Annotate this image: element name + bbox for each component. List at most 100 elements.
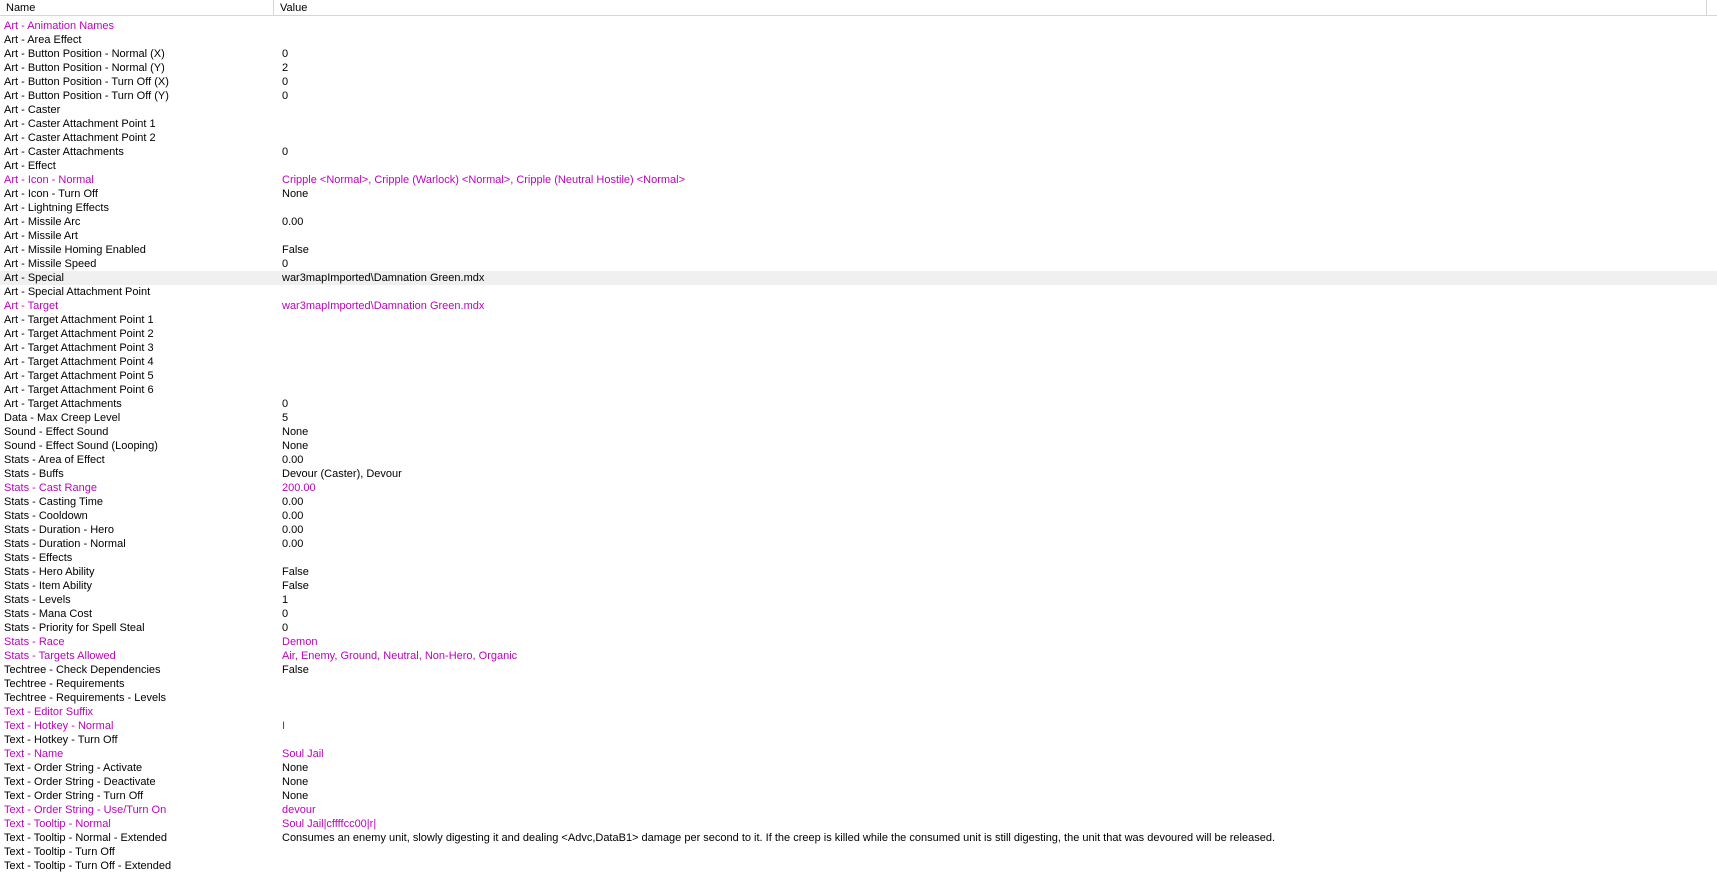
- table-row[interactable]: Art - Icon - Normal Cripple <Normal>, Cri…: [0, 173, 1717, 187]
- field-list: Art - Animation Names Art - Area Effect Ar…: [0, 19, 1717, 873]
- table-row[interactable]: Art - Special war3mapImported\Damnation G…: [0, 271, 1717, 285]
- table-row[interactable]: Stats - Item Ability False: [0, 579, 1717, 593]
- table-row[interactable]: Stats - Targets Allowed Air, Enemy, Groun…: [0, 649, 1717, 663]
- table-row[interactable]: Art - Missile Arc 0.00: [0, 215, 1717, 229]
- table-row[interactable]: Text - Order String - Activate None: [0, 761, 1717, 775]
- table-row[interactable]: Art - Area Effect: [0, 33, 1717, 47]
- table-row[interactable]: Art - Target Attachment Point 2: [0, 327, 1717, 341]
- table-row[interactable]: Text - Tooltip - Turn Off - Extended: [0, 859, 1717, 873]
- field-value: 0.00: [282, 524, 304, 536]
- table-row[interactable]: Text - Order String - Deactivate None: [0, 775, 1717, 789]
- field-value: False: [282, 566, 309, 578]
- field-value: [276, 229, 1706, 243]
- field-name: Stats - Levels: [4, 594, 71, 606]
- field-value: 0.00: [282, 454, 304, 466]
- table-row[interactable]: Art - Target war3mapImported\Damnation Gr…: [0, 299, 1717, 313]
- field-value: [276, 159, 1706, 173]
- table-row[interactable]: Text - Editor Suffix: [0, 705, 1717, 719]
- table-row[interactable]: Sound - Effect Sound None: [0, 425, 1717, 439]
- table-row[interactable]: Text - Tooltip - Turn Off: [0, 845, 1717, 859]
- field-value: [276, 733, 1706, 747]
- field-value: 0: [282, 76, 289, 88]
- table-row[interactable]: Text - Tooltip - Normal Soul Jail|cffffcc…: [0, 817, 1717, 831]
- table-row[interactable]: Techtree - Requirements: [0, 677, 1717, 691]
- field-name: Art - Target Attachment Point 1: [4, 314, 154, 326]
- table-row[interactable]: Data - Max Creep Level 5: [0, 411, 1717, 425]
- table-row[interactable]: Art - Caster Attachment Point 2: [0, 131, 1717, 145]
- table-row[interactable]: Art - Animation Names: [0, 19, 1717, 33]
- table-row[interactable]: Art - Button Position - Normal (Y) 2: [0, 61, 1717, 75]
- table-row[interactable]: Art - Caster Attachment Point 1: [0, 117, 1717, 131]
- table-row[interactable]: Text - Order String - Use/Turn On devour: [0, 803, 1717, 817]
- field-value: 0.00: [282, 496, 304, 508]
- table-row[interactable]: Art - Icon - Turn Off None: [0, 187, 1717, 201]
- table-row[interactable]: Art - Target Attachment Point 6: [0, 383, 1717, 397]
- field-name: Stats - Area of Effect: [4, 454, 105, 466]
- field-value: 0: [282, 622, 289, 634]
- field-name: Text - Tooltip - Turn Off: [4, 846, 115, 858]
- field-value: False: [282, 664, 309, 676]
- table-row[interactable]: Art - Effect: [0, 159, 1717, 173]
- column-header-value[interactable]: Value: [274, 0, 1717, 15]
- field-value: [276, 33, 1706, 47]
- table-row[interactable]: Stats - Duration - Hero 0.00: [0, 523, 1717, 537]
- table-row[interactable]: Art - Button Position - Turn Off (X) 0: [0, 75, 1717, 89]
- table-row[interactable]: Art - Caster Attachments 0: [0, 145, 1717, 159]
- table-row[interactable]: Stats - Hero Ability False: [0, 565, 1717, 579]
- field-name: Text - Order String - Deactivate: [4, 776, 156, 788]
- table-row[interactable]: Art - Button Position - Turn Off (Y) 0: [0, 89, 1717, 103]
- table-row[interactable]: Stats - Casting Time 0.00: [0, 495, 1717, 509]
- table-row[interactable]: Art - Missile Speed 0: [0, 257, 1717, 271]
- field-name: Art - Button Position - Turn Off (X): [4, 76, 169, 88]
- field-name: Stats - Casting Time: [4, 496, 104, 508]
- table-row[interactable]: Art - Button Position - Normal (X) 0: [0, 47, 1717, 61]
- table-row[interactable]: Stats - Race Demon: [0, 635, 1717, 649]
- field-name: Art - Special: [4, 272, 64, 284]
- field-name: Stats - Race: [4, 636, 65, 648]
- table-row[interactable]: Text - Order String - Turn Off None: [0, 789, 1717, 803]
- field-name: Art - Button Position - Normal (Y): [4, 62, 165, 74]
- field-value: devour: [282, 804, 316, 816]
- table-row[interactable]: Stats - Levels 1: [0, 593, 1717, 607]
- table-row[interactable]: Sound - Effect Sound (Looping) None: [0, 439, 1717, 453]
- field-value: Devour (Caster), Devour: [282, 468, 402, 480]
- field-value: None: [282, 776, 309, 788]
- field-value: 0: [282, 398, 289, 410]
- table-row[interactable]: Art - Target Attachment Point 4: [0, 355, 1717, 369]
- table-row[interactable]: Stats - Duration - Normal 0.00: [0, 537, 1717, 551]
- field-name: Art - Target Attachments: [4, 398, 122, 410]
- table-row[interactable]: Art - Target Attachment Point 3: [0, 341, 1717, 355]
- table-row[interactable]: Stats - Cast Range 200.00: [0, 481, 1717, 495]
- table-row[interactable]: Stats - Mana Cost 0: [0, 607, 1717, 621]
- table-row[interactable]: Stats - Cooldown 0.00: [0, 509, 1717, 523]
- table-row[interactable]: Art - Target Attachment Point 1: [0, 313, 1717, 327]
- field-value: [276, 131, 1706, 145]
- field-value: war3mapImported\Damnation Green.mdx: [282, 272, 485, 284]
- field-name: Art - Area Effect: [4, 34, 82, 46]
- field-value: [276, 677, 1706, 691]
- table-row[interactable]: Text - Name Soul Jail: [0, 747, 1717, 761]
- table-row[interactable]: Art - Missile Homing Enabled False: [0, 243, 1717, 257]
- field-name: Data - Max Creep Level: [4, 412, 121, 424]
- table-row[interactable]: Text - Hotkey - Normal I: [0, 719, 1717, 733]
- table-row[interactable]: Stats - Priority for Spell Steal 0: [0, 621, 1717, 635]
- table-row[interactable]: Stats - Buffs Devour (Caster), Devour: [0, 467, 1717, 481]
- table-row[interactable]: Text - Tooltip - Normal - Extended Consum…: [0, 831, 1717, 845]
- column-header-name[interactable]: Name: [0, 0, 274, 15]
- table-row[interactable]: Art - Caster: [0, 103, 1717, 117]
- field-name: Sound - Effect Sound (Looping): [4, 440, 158, 452]
- table-row[interactable]: Art - Target Attachment Point 5: [0, 369, 1717, 383]
- table-row[interactable]: Stats - Effects: [0, 551, 1717, 565]
- table-row[interactable]: Art - Missile Art: [0, 229, 1717, 243]
- table-row[interactable]: Techtree - Requirements - Levels: [0, 691, 1717, 705]
- field-name: Art - Caster: [4, 104, 61, 116]
- table-row[interactable]: Art - Target Attachments 0: [0, 397, 1717, 411]
- table-row[interactable]: Stats - Area of Effect 0.00: [0, 453, 1717, 467]
- field-name: Stats - Cast Range: [4, 482, 97, 494]
- table-row[interactable]: Techtree - Check Dependencies False: [0, 663, 1717, 677]
- field-value: [276, 551, 1706, 565]
- field-value: 200.00: [282, 482, 316, 494]
- table-row[interactable]: Art - Lightning Effects: [0, 201, 1717, 215]
- table-row[interactable]: Art - Special Attachment Point: [0, 285, 1717, 299]
- table-row[interactable]: Text - Hotkey - Turn Off: [0, 733, 1717, 747]
